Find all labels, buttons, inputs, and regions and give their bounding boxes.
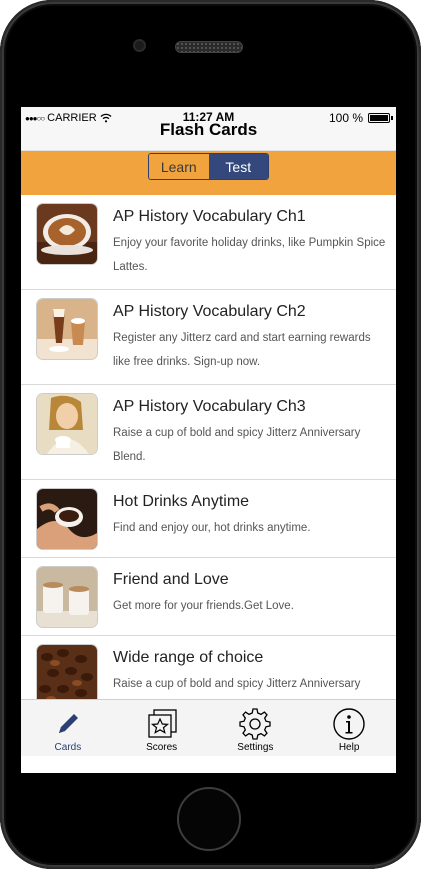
item-title: Friend and Love	[113, 571, 229, 588]
list-item[interactable]: Friend and Love Get more for your friend…	[21, 558, 396, 636]
app-screen: ●●●○○ CARRIER 11:27 AM 100 % Flash Cards…	[21, 107, 396, 773]
item-description: Register any Jitterz card and start earn…	[113, 332, 371, 368]
tab-label: Help	[338, 742, 360, 753]
tab-label: Cards	[54, 742, 82, 753]
item-title: AP History Vocabulary Ch3	[113, 398, 306, 415]
item-title: AP History Vocabulary Ch2	[113, 303, 306, 320]
item-description: Get more for your friends.Get Love.	[113, 600, 294, 612]
item-description: Find and enjoy our, hot drinks anytime.	[113, 522, 311, 534]
item-description: Raise a cup of bold and spicy Jitterz An…	[113, 427, 361, 463]
list-item[interactable]: Wide range of choice Raise a cup of bold…	[21, 636, 396, 699]
navigation-bar: ●●●○○ CARRIER 11:27 AM 100 % Flash Cards	[21, 107, 396, 151]
latte-art-image	[37, 204, 97, 264]
tab-label: Settings	[237, 742, 274, 753]
page-title: Flash Cards	[159, 120, 258, 139]
item-description: Raise a cup of bold and spicy Jitterz An…	[113, 678, 361, 690]
segment-test[interactable]: Test	[208, 154, 268, 179]
list-item[interactable]: AP History Vocabulary Ch2 Register any J…	[21, 290, 396, 385]
phone-frame: ●●●○○ CARRIER 11:27 AM 100 % Flash Cards…	[0, 0, 421, 869]
tab-scores[interactable]: Scores	[115, 700, 209, 756]
woman-with-cup-image	[37, 394, 97, 454]
card-list: AP History Vocabulary Ch1 Enjoy your fav…	[21, 195, 396, 699]
coffee-beans-image	[37, 645, 97, 699]
list-item[interactable]: AP History Vocabulary Ch3 Raise a cup of…	[21, 385, 396, 480]
item-title: AP History Vocabulary Ch1	[113, 208, 306, 225]
tab-label: Scores	[146, 742, 178, 753]
earpiece-speaker	[175, 41, 243, 53]
tab-help[interactable]: Help	[302, 700, 396, 756]
star-card-icon	[147, 709, 177, 738]
tab-cards[interactable]: Cards	[21, 700, 115, 756]
pencil-icon	[58, 714, 78, 733]
list-item[interactable]: Hot Drinks Anytime Find and enjoy our, h…	[21, 480, 396, 558]
learn-test-segmented-control: Learn Test	[148, 153, 269, 180]
two-mugs-image	[37, 567, 97, 627]
home-button[interactable]	[177, 787, 241, 851]
tab-bar: Cards Scores Settings Help	[21, 699, 396, 756]
item-title: Wide range of choice	[113, 649, 264, 666]
item-title: Hot Drinks Anytime	[113, 493, 250, 510]
front-camera	[133, 39, 146, 52]
mode-header: Learn Test	[21, 151, 396, 195]
segment-learn[interactable]: Learn	[149, 154, 209, 179]
info-icon	[333, 708, 365, 740]
hands-holding-coffee-image	[37, 489, 97, 549]
gear-icon	[239, 708, 272, 740]
iced-drinks-image	[37, 299, 97, 359]
tab-settings[interactable]: Settings	[209, 700, 303, 756]
item-description: Enjoy your favorite holiday drinks, like…	[113, 237, 386, 273]
list-item[interactable]: AP History Vocabulary Ch1 Enjoy your fav…	[21, 195, 396, 290]
